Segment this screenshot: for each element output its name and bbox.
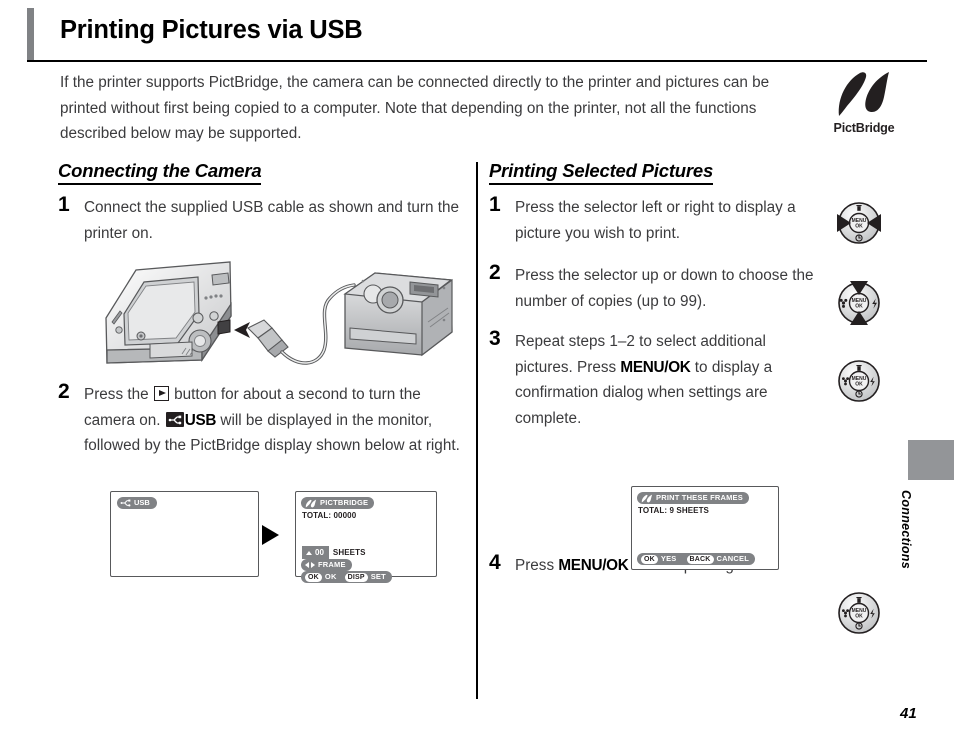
selector-left-right-icon: MENU OK [828, 192, 890, 254]
confirm-status-badge: PRINT THESE FRAMES [637, 492, 749, 504]
frame-hint-label: FRAME [318, 560, 346, 569]
usb-badge-label: USB [134, 498, 150, 507]
sheets-counter: 00 SHEETS [302, 546, 366, 559]
menu-ok-emphasis: MENU/OK [558, 557, 629, 574]
step-text: Press the selector up or down to choose … [515, 267, 814, 310]
usb-symbol-icon [120, 499, 131, 507]
yes-label: YES [660, 554, 677, 563]
ok-key-cap: OK [305, 572, 322, 582]
section-heading-connecting: Connecting the Camera [58, 160, 262, 185]
usb-status-badge: USB [117, 497, 157, 509]
title-accent-bar [27, 8, 34, 60]
confirm-total-label: TOTAL: 9 SHEETS [638, 506, 709, 515]
title-bar: Printing Pictures via USB [27, 8, 927, 63]
confirmation-monitor-screen: PRINT THESE FRAMES TOTAL: 9 SHEETS OK YE… [631, 486, 779, 570]
step-number: 2 [489, 261, 501, 284]
page-title: Printing Pictures via USB [60, 16, 363, 44]
chapter-thumb-tab [908, 440, 954, 480]
intro-paragraph: If the printer supports PictBridge, the … [60, 74, 770, 142]
step-number: 3 [489, 327, 501, 350]
left-right-arrows-icon [305, 562, 315, 568]
ok-key-cap: OK [641, 554, 658, 564]
cancel-label: CANCEL [716, 554, 749, 563]
svg-text:OK: OK [855, 382, 863, 388]
playback-button-icon [153, 386, 169, 401]
step-2-power-on: 2 Press the button for about a second to… [58, 380, 468, 459]
set-hint-label: SET [370, 572, 386, 581]
svg-text:OK: OK [855, 614, 863, 620]
selector-menu-ok-icon: MENU OK [828, 350, 890, 412]
step-number: 2 [58, 380, 70, 403]
menu-ok-emphasis: MENU/OK [620, 358, 691, 376]
page-number: 41 [900, 705, 917, 722]
step-text: Press the selector left or right to disp… [515, 199, 796, 242]
selector-menu-ok-icon-2: MENU OK [828, 582, 890, 644]
connection-arrow-icon [234, 322, 250, 338]
step-number: 1 [489, 193, 501, 216]
title-rule [27, 60, 927, 62]
step-text: Connect the supplied USB cable as shown … [84, 199, 460, 242]
usb-monitor-screen: USB [110, 491, 259, 577]
sheets-count: 00 [315, 548, 324, 557]
camera-printer-illustration [92, 256, 458, 380]
confirm-hint-pill: OK YES BACK CANCEL [637, 553, 755, 565]
usb-glyph-icon [165, 412, 184, 427]
chapter-label: Connections [899, 490, 913, 569]
pictbridge-wordmark: PictBridge [833, 121, 895, 135]
disp-key-cap: DISP [344, 572, 368, 582]
pictbridge-mark-icon [305, 499, 317, 507]
step-text-a: Press [515, 557, 559, 574]
back-key-cap: BACK [686, 554, 714, 564]
sheets-label: SHEETS [332, 548, 366, 557]
frame-hint-pill: FRAME [301, 559, 352, 571]
svg-text:OK: OK [855, 304, 863, 310]
pictbridge-monitor-screen: PICTBRIDGE TOTAL: 00000 00 SHEETS FRAME … [295, 491, 437, 583]
ok-hint-label: OK [324, 572, 337, 581]
pictbridge-total-label: TOTAL: 00000 [302, 511, 357, 520]
step-3-repeat: 3 Repeat steps 1–2 to select additional … [489, 327, 819, 431]
usb-label: USB [184, 411, 217, 429]
up-triangle-icon [306, 550, 312, 555]
step-number: 1 [58, 193, 70, 216]
ok-set-hint-pill: OK OK DISP SET [301, 571, 392, 583]
svg-text:OK: OK [855, 224, 863, 230]
confirm-badge-label: PRINT THESE FRAMES [656, 493, 743, 502]
camera-illustration [105, 261, 232, 364]
section-heading-printing: Printing Selected Pictures [489, 160, 713, 185]
column-divider [476, 162, 478, 699]
step-1-connect: 1 Connect the supplied USB cable as show… [58, 193, 468, 246]
step-number: 4 [489, 551, 501, 574]
step-text-a: Press the [84, 386, 153, 403]
flow-arrow-icon [262, 525, 279, 545]
printer-illustration [343, 272, 453, 357]
pictbridge-mark-icon [641, 494, 653, 502]
step-1-select-picture: 1 Press the selector left or right to di… [489, 193, 819, 246]
step-2-choose-copies: 2 Press the selector up or down to choos… [489, 261, 819, 314]
pictbridge-mark-icon [838, 72, 889, 116]
manual-page: Printing Pictures via USB If the printer… [0, 0, 954, 755]
selector-up-down-icon: MENU OK [828, 272, 890, 334]
pictbridge-badge-label: PICTBRIDGE [320, 498, 369, 507]
pictbridge-logo: PictBridge [820, 68, 908, 146]
pictbridge-status-badge: PICTBRIDGE [301, 497, 375, 509]
